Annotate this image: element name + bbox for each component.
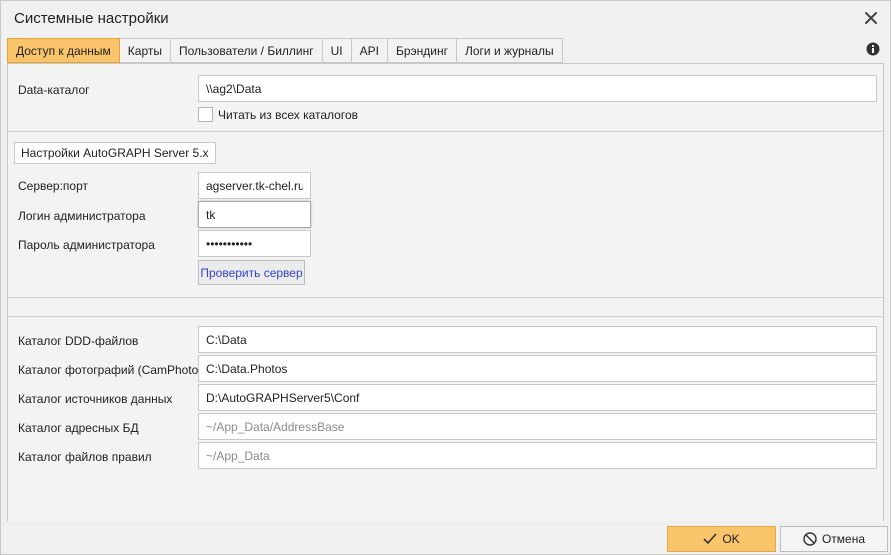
ddd-catalog-input[interactable] <box>198 326 877 353</box>
data-catalog-label: Data-каталог <box>18 83 90 97</box>
title-bar: Системные настройки <box>1 1 890 36</box>
tab-ui[interactable]: UI <box>322 38 352 63</box>
cancel-label: Отмена <box>821 532 866 546</box>
info-icon[interactable] <box>866 42 880 56</box>
sources-catalog-label: Каталог источников данных <box>18 392 173 406</box>
tab-api[interactable]: API <box>351 38 388 63</box>
server-port-input[interactable] <box>198 172 311 199</box>
data-catalog-input[interactable] <box>198 75 877 102</box>
photo-catalog-input[interactable] <box>198 355 877 382</box>
admin-login-input[interactable] <box>198 201 311 228</box>
tab-users-billing[interactable]: Пользователи / Биллинг <box>171 38 323 63</box>
ddd-catalog-label: Каталог DDD-файлов <box>18 334 139 348</box>
tab-content: Data-каталог Читать из всех каталогов Се… <box>7 63 884 521</box>
close-button[interactable] <box>862 9 880 27</box>
photo-catalog-label: Каталог фотографий (CamPhoto) <box>18 363 203 377</box>
check-server-button[interactable]: Проверить сервер <box>198 260 305 285</box>
dialog-title: Системные настройки <box>14 10 169 27</box>
cancel-button[interactable]: Отмена <box>780 526 888 552</box>
admin-login-label: Логин администратора <box>18 209 146 223</box>
settings-dialog: Системные настройки Доступ к данным Карт… <box>0 0 891 555</box>
tab-branding[interactable]: Брэндинг <box>387 38 457 63</box>
checkmark-icon <box>703 533 717 545</box>
rules-catalog-input[interactable] <box>198 442 877 469</box>
admin-password-label: Пароль администратора <box>18 238 155 252</box>
cancel-icon <box>803 532 817 546</box>
rules-catalog-label: Каталог файлов правил <box>18 450 152 464</box>
ok-label: OK <box>722 532 740 546</box>
server-settings-legend: Настройки AutoGRAPH Server 5.x <box>14 142 216 164</box>
sources-catalog-input[interactable] <box>198 384 877 411</box>
read-all-label: Читать из всех каталогов <box>218 108 359 122</box>
admin-password-input[interactable] <box>198 230 311 257</box>
dialog-footer: OK Отмена <box>1 522 890 554</box>
server-port-label: Сервер:порт <box>18 179 89 193</box>
tab-logs[interactable]: Логи и журналы <box>456 38 563 63</box>
address-catalog-input[interactable] <box>198 413 877 440</box>
tab-maps[interactable]: Карты <box>119 38 171 63</box>
data-catalog-panel: Data-каталог Читать из всех каталогов <box>8 64 883 132</box>
tab-data-access[interactable]: Доступ к данным <box>7 38 120 63</box>
close-icon <box>865 12 877 24</box>
catalogs-panel: Каталог DDD-файлов Каталог фотографий (C… <box>8 316 883 521</box>
address-catalog-label: Каталог адресных БД <box>18 421 139 435</box>
ok-button[interactable]: OK <box>667 526 776 552</box>
info-icon-glyph <box>866 42 880 56</box>
tab-bar: Доступ к данным Карты Пользователи / Бил… <box>7 38 563 63</box>
read-all-checkbox[interactable] <box>198 107 213 122</box>
